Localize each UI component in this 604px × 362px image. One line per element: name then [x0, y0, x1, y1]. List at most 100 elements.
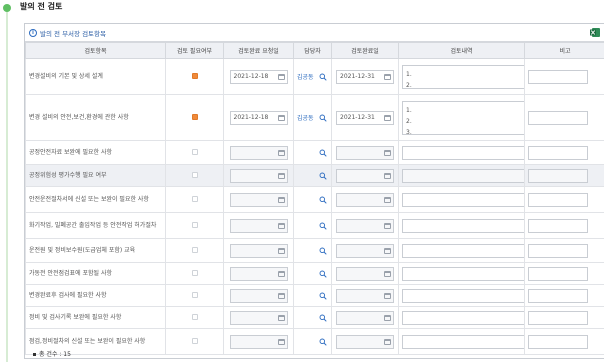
calendar-icon[interactable]	[278, 74, 285, 80]
note-cell	[525, 213, 604, 239]
search-icon[interactable]	[319, 149, 327, 157]
assignee-name[interactable]: 김공동	[297, 115, 314, 122]
request-date-field[interactable]	[230, 193, 288, 207]
review-required-checkbox[interactable]	[192, 247, 198, 253]
review-required-checkbox[interactable]	[192, 338, 198, 344]
review-required-checkbox[interactable]	[192, 270, 198, 276]
request-date-field[interactable]	[230, 311, 288, 325]
review-required-checkbox[interactable]	[192, 149, 198, 155]
excel-icon[interactable]	[590, 28, 600, 37]
request-date-field[interactable]	[230, 169, 288, 183]
calendar-icon[interactable]	[384, 223, 391, 229]
required-cell	[166, 59, 224, 95]
note-input[interactable]	[528, 193, 588, 207]
note-input[interactable]	[528, 146, 588, 160]
calendar-icon[interactable]	[278, 150, 285, 156]
request-date-field[interactable]	[230, 146, 288, 160]
complete-date-field[interactable]	[336, 146, 394, 160]
review-content-field[interactable]	[402, 335, 525, 349]
note-cell	[525, 187, 604, 213]
request-date-field[interactable]: 2021-12-18	[230, 70, 288, 84]
review-content-field[interactable]	[402, 311, 525, 325]
calendar-icon[interactable]	[278, 293, 285, 299]
review-required-checkbox[interactable]	[192, 196, 198, 202]
calendar-icon[interactable]	[384, 115, 391, 121]
calendar-icon[interactable]	[384, 74, 391, 80]
search-icon[interactable]	[319, 338, 327, 346]
search-icon[interactable]	[319, 270, 327, 278]
review-content-field[interactable]	[402, 146, 525, 160]
col-header-complete-date: 검토완료일	[332, 43, 399, 59]
calendar-icon[interactable]	[384, 173, 391, 179]
review-item-cell: 가동전 안전점검표에 포함될 사항	[26, 263, 166, 285]
request-date-field[interactable]	[230, 244, 288, 258]
review-required-checkbox[interactable]	[192, 222, 198, 228]
review-content-field[interactable]	[402, 219, 525, 233]
calendar-icon[interactable]	[384, 339, 391, 345]
calendar-icon[interactable]	[278, 248, 285, 254]
calendar-icon[interactable]	[278, 115, 285, 121]
search-icon[interactable]	[319, 73, 327, 81]
search-icon[interactable]	[319, 114, 327, 122]
complete-date-field[interactable]	[336, 289, 394, 303]
note-input[interactable]	[528, 335, 588, 349]
complete-date-field[interactable]: 2021-12-31	[336, 70, 394, 84]
review-content-field[interactable]	[402, 244, 525, 258]
complete-date-field[interactable]: 2021-12-31	[336, 111, 394, 125]
search-icon[interactable]	[319, 222, 327, 230]
review-required-checkbox[interactable]	[192, 172, 198, 178]
complete-date-field[interactable]	[336, 193, 394, 207]
request-date-field[interactable]: 2021-12-18	[230, 111, 288, 125]
review-required-checkbox[interactable]	[192, 114, 198, 120]
search-icon[interactable]	[319, 247, 327, 255]
calendar-icon[interactable]	[384, 248, 391, 254]
complete-date-field[interactable]	[336, 169, 394, 183]
complete-date-field[interactable]	[336, 219, 394, 233]
review-content-field[interactable]	[402, 169, 525, 183]
review-required-checkbox[interactable]	[192, 73, 198, 79]
calendar-icon[interactable]	[278, 173, 285, 179]
complete-date-field[interactable]	[336, 335, 394, 349]
review-content-field[interactable]	[402, 193, 525, 207]
request-date-field[interactable]	[230, 267, 288, 281]
complete-date-field[interactable]	[336, 311, 394, 325]
request-date-field[interactable]	[230, 219, 288, 233]
note-input[interactable]	[528, 311, 588, 325]
note-input[interactable]	[528, 289, 588, 303]
note-input[interactable]	[528, 111, 588, 125]
assignee-name[interactable]: 김공동	[297, 74, 314, 81]
calendar-icon[interactable]	[384, 197, 391, 203]
panel-header: i 발의 전 부서장 검토항목	[25, 24, 604, 42]
calendar-icon[interactable]	[278, 197, 285, 203]
note-input[interactable]	[528, 244, 588, 258]
calendar-icon[interactable]	[278, 315, 285, 321]
calendar-icon[interactable]	[384, 271, 391, 277]
timeline-rail	[6, 10, 8, 362]
review-content-field[interactable]: 1.2.	[402, 65, 525, 89]
review-content-field[interactable]	[402, 267, 525, 281]
review-content-field[interactable]: 1.2.3.	[402, 101, 525, 135]
calendar-icon[interactable]	[278, 339, 285, 345]
search-icon[interactable]	[319, 292, 327, 300]
review-content-cell	[399, 329, 525, 355]
request-date-field[interactable]	[230, 289, 288, 303]
complete-date-field[interactable]	[336, 244, 394, 258]
calendar-icon[interactable]	[278, 271, 285, 277]
calendar-icon[interactable]	[384, 315, 391, 321]
search-icon[interactable]	[319, 314, 327, 322]
review-required-checkbox[interactable]	[192, 292, 198, 298]
request-date-field[interactable]	[230, 335, 288, 349]
search-icon[interactable]	[319, 196, 327, 204]
complete-date-field[interactable]	[336, 267, 394, 281]
note-input[interactable]	[528, 169, 588, 183]
note-input[interactable]	[528, 70, 588, 84]
calendar-icon[interactable]	[384, 150, 391, 156]
calendar-icon[interactable]	[384, 293, 391, 299]
review-required-checkbox[interactable]	[192, 314, 198, 320]
calendar-icon[interactable]	[278, 223, 285, 229]
panel-title: 발의 전 부서장 검토항목	[40, 28, 106, 38]
review-content-field[interactable]	[402, 289, 525, 303]
search-icon[interactable]	[319, 172, 327, 180]
note-input[interactable]	[528, 219, 588, 233]
note-input[interactable]	[528, 267, 588, 281]
